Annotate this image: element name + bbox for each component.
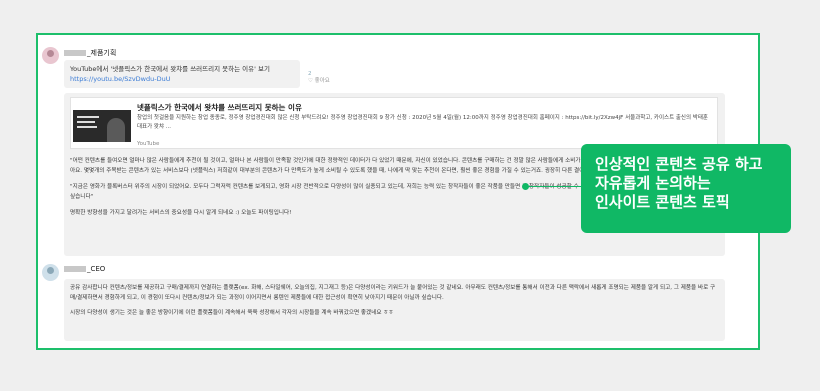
message-paragraph: 시장의 다양성이 생기는 것은 늘 좋은 방향이기에 이런 플랫폼들이 계속해서…	[70, 310, 394, 316]
youtube-link[interactable]: https://youtu.be/SzvDwdu-DuU	[70, 74, 294, 84]
thumbnail-text-line	[77, 126, 97, 128]
avatar[interactable]	[42, 264, 59, 281]
like-button[interactable]: ♡ 좋아요	[308, 78, 330, 85]
reply-count[interactable]: 2	[308, 71, 312, 77]
message-bubble: 공유 감사합니다 컨텐츠/정보를 제공하고 구매/결제까지 연결하는 플랫폼(e…	[64, 279, 725, 341]
callout-leader-line	[527, 186, 581, 187]
callout-line: 인사이트 콘텐츠 토픽	[595, 193, 730, 211]
redacted-name	[64, 50, 86, 56]
callout-line: 자유롭게 논의하는	[595, 174, 711, 192]
link-preview-card[interactable]: 넷플릭스가 한국에서 왓챠를 쓰러뜨리지 못하는 이유 창업의 첫걸음을 지원하…	[70, 97, 718, 149]
callout-box: 인상적인 콘텐츠 공유 하고 자유롭게 논의하는 인사이트 콘텐츠 토픽	[581, 144, 791, 233]
message-bubble: YouTube에서 '넷플릭스가 한국에서 왓챠를 쓰러뜨리지 못하는 이유' …	[64, 60, 300, 88]
callout-anchor-dot	[522, 183, 529, 190]
message-text: YouTube에서 '넷플릭스가 한국에서 왓챠를 쓰러뜨리지 못하는 이유' …	[70, 65, 270, 73]
comment-author[interactable]: _CEO	[64, 265, 105, 273]
message-paragraph: 공유 감사합니다 컨텐츠/정보를 제공하고 구매/결제까지 연결하는 플랫폼(e…	[70, 285, 716, 301]
avatar[interactable]	[42, 47, 59, 64]
video-thumbnail[interactable]	[73, 110, 131, 142]
comment-author[interactable]: _제품기획	[64, 48, 116, 58]
thumbnail-person	[107, 118, 125, 142]
preview-title[interactable]: 넷플릭스가 한국에서 왓챠를 쓰러뜨리지 못하는 이유	[137, 102, 302, 113]
thumbnail-text-line	[77, 116, 99, 118]
author-name: _제품기획	[87, 49, 117, 57]
reply-meta: 2 ♡ 좋아요	[308, 71, 330, 85]
thumbnail-text-line	[77, 121, 95, 123]
redacted-name	[64, 266, 86, 272]
preview-source: YouTube	[137, 141, 160, 147]
callout-line: 인상적인 콘텐츠 공유 하고	[595, 155, 763, 173]
author-name: _CEO	[87, 265, 106, 273]
preview-description: 창업의 첫걸음을 지원하는 창업 종종로, 정주영 창업경진대회 많은 신청 부…	[137, 115, 708, 130]
